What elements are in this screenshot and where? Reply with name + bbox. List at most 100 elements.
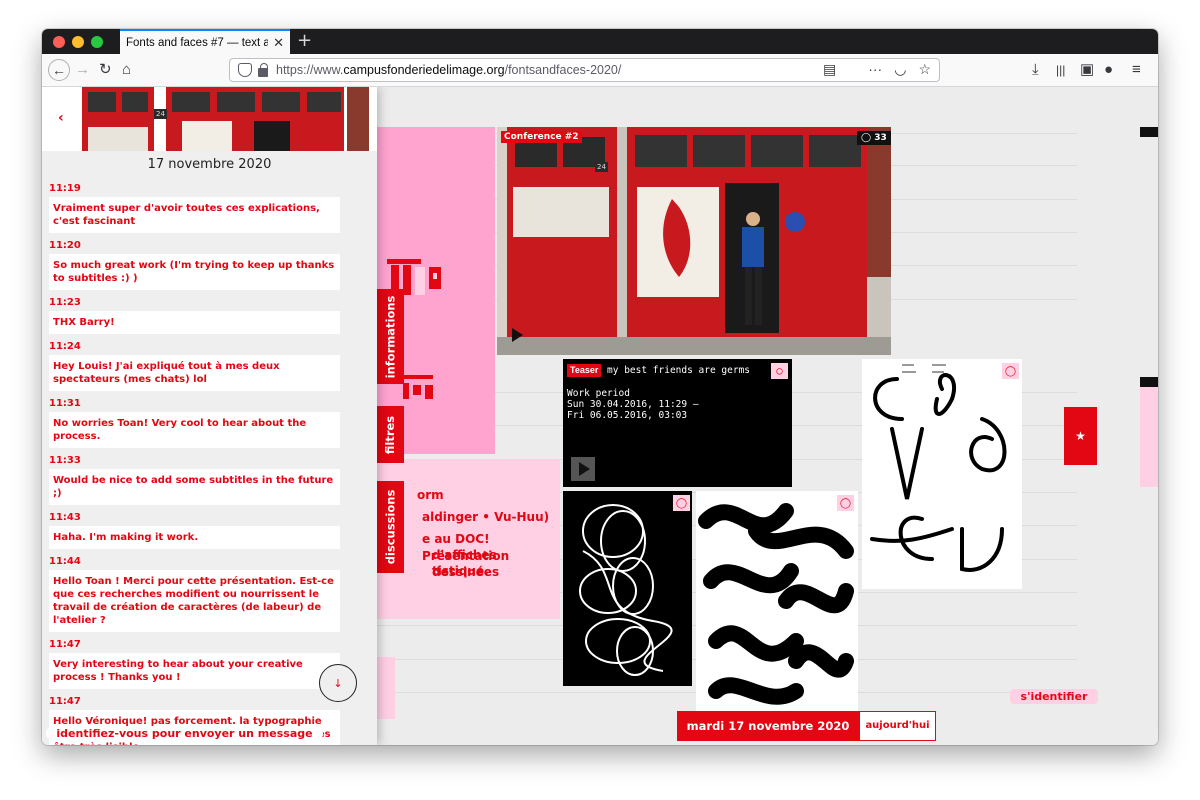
comment-icon[interactable]: ◯ xyxy=(673,495,690,511)
tab-informations-label: informations xyxy=(383,295,398,378)
account-icon[interactable]: ● xyxy=(1104,60,1113,80)
message-time: 11:23 xyxy=(49,297,81,308)
library-icon[interactable]: ||| xyxy=(1056,60,1065,80)
comment-bubble-icon: ◯ xyxy=(861,133,872,143)
message-text: Very interesting to hear about your crea… xyxy=(49,653,340,689)
message-time: 11:43 xyxy=(49,512,81,523)
downloads-icon[interactable]: ⤓ xyxy=(1032,60,1039,80)
lettering-artwork xyxy=(870,364,1007,572)
event-card[interactable]: orm aldinger • Vu-Huu) e au DOC! Présent… xyxy=(377,459,560,619)
message-time: 11:47 xyxy=(49,639,81,650)
sidebar-icon[interactable]: ▣ xyxy=(1080,60,1094,80)
event-line-2: aldinger • Vu-Huu) xyxy=(422,510,550,524)
url-path: /fontsandfaces-2020/ xyxy=(504,63,622,77)
reload-icon[interactable]: ↻ xyxy=(99,60,112,80)
comment-count: 33 xyxy=(874,133,887,143)
previous-arrow-icon[interactable]: ‹ xyxy=(58,110,64,126)
comment-icon[interactable]: ◯ xyxy=(771,363,788,379)
close-window-button[interactable] xyxy=(53,36,65,48)
event-line-5: tistique. xyxy=(432,564,489,578)
message-text: Vraiment super d'avoir toutes ces explic… xyxy=(49,197,340,233)
tab-discussions-label: discussions xyxy=(383,489,397,565)
today-button[interactable]: aujourd'hui → xyxy=(859,711,936,741)
wave-artwork xyxy=(698,503,854,705)
page-viewport: orm aldinger • Vu-Huu) e au DOC! Présent… xyxy=(42,87,1158,745)
message-text: So much great work (I'm trying to keep u… xyxy=(49,254,340,290)
message-list: 11:19 Vraiment super d'avoir toutes ces e… xyxy=(49,183,340,745)
teaser-line-1: Work period xyxy=(567,388,630,399)
featured-video[interactable]: Conference #2 ◯ 33 24 xyxy=(497,127,891,355)
message-time: 11:33 xyxy=(49,455,81,466)
poster-lettering[interactable]: ◯ xyxy=(862,359,1022,589)
video-frame-illustration xyxy=(497,127,891,355)
url-prefix: https://www. xyxy=(276,63,344,77)
tab-discussions[interactable]: discussions xyxy=(376,481,404,573)
message-text: Hello Toan ! Merci pour cette présentati… xyxy=(49,570,340,632)
conference-tag: Conference #2 xyxy=(501,131,582,143)
message-text: Haha. I'm making it work. xyxy=(49,526,340,549)
page-actions-icon[interactable]: ··· xyxy=(868,61,882,78)
close-tab-icon[interactable]: ✕ xyxy=(273,35,284,51)
pocket-icon[interactable]: ◡ xyxy=(894,61,906,78)
comment-count-badge[interactable]: ◯ 33 xyxy=(857,131,891,145)
comment-icon[interactable]: ◯ xyxy=(1002,363,1019,379)
top-right-marker xyxy=(1140,127,1158,137)
chat-panel: ‹ 24 17 novembre 2020 11:19 Vraiment supe… xyxy=(42,87,377,745)
message-text: Hey Louis! J'ai expliqué tout à mes deux… xyxy=(49,355,340,391)
forward-icon[interactable]: → xyxy=(75,60,90,80)
message-text: No worries Toan! Very cool to hear about… xyxy=(49,412,340,448)
url-bar[interactable]: https://www. campusfonderiedelimage.org/f… xyxy=(229,58,940,82)
url-host: campusfonderiedelimage.org xyxy=(343,63,505,77)
browser-toolbar: ← → ↻ ⌂ https://www. campusfonderiedelima… xyxy=(42,54,1158,87)
tab-informations[interactable]: informations xyxy=(376,289,404,384)
message-time: 11:19 xyxy=(49,183,81,194)
message-time: 11:24 xyxy=(49,341,81,352)
lock-icon[interactable] xyxy=(258,62,268,77)
event-line-1: orm xyxy=(417,488,444,502)
message-text: THX Barry! xyxy=(49,311,340,334)
message-text: Would be nice to add some subtitles in t… xyxy=(49,469,340,505)
home-icon[interactable]: ⌂ xyxy=(122,60,131,80)
window-controls xyxy=(53,36,103,48)
tab-title: Fonts and faces #7 — text and conf xyxy=(126,36,269,49)
zoom-window-button[interactable] xyxy=(91,36,103,48)
menu-icon[interactable]: ≡ xyxy=(1132,60,1141,80)
title-bar: Fonts and faces #7 — text and conf ✕ + xyxy=(42,29,1158,54)
teaser-line-2: Sun 30.04.2016, 11:29 – xyxy=(567,399,699,410)
play-icon xyxy=(579,462,590,476)
pink-strip-right xyxy=(1140,387,1158,487)
favorite-button[interactable]: ★ xyxy=(1064,407,1097,465)
teaser-line-3: Fri 06.05.2016, 03:03 xyxy=(567,410,688,421)
message-time: 11:20 xyxy=(49,240,81,251)
star-icon: ★ xyxy=(1075,429,1086,443)
poster-scribble[interactable]: ◯ xyxy=(563,491,692,686)
current-date-bar: mardi 17 novembre 2020 xyxy=(677,711,859,741)
back-icon[interactable]: ← xyxy=(48,59,70,81)
scribble-artwork xyxy=(579,504,673,676)
browser-window: Fonts and faces #7 — text and conf ✕ + ←… xyxy=(42,29,1158,745)
bookmark-star-icon[interactable]: ☆ xyxy=(918,61,931,78)
new-tab-icon[interactable]: + xyxy=(297,30,312,51)
pink-strip xyxy=(377,657,395,719)
poster-waves[interactable]: ◯ xyxy=(696,491,858,711)
tracking-shield-icon[interactable] xyxy=(238,63,252,77)
tab-filtres[interactable]: filtres xyxy=(376,406,404,463)
minimize-window-button[interactable] xyxy=(72,36,84,48)
reader-view-icon[interactable]: ▤ xyxy=(823,61,836,78)
login-link[interactable]: s'identifier xyxy=(1010,689,1098,704)
play-icon[interactable] xyxy=(512,328,523,342)
login-to-message-button[interactable]: identifiez-vous pour envoyer un message xyxy=(46,726,323,741)
mid-right-marker xyxy=(1140,377,1158,387)
preview-illustration xyxy=(42,87,377,151)
message-time: 11:47 xyxy=(49,696,81,707)
chat-video-preview[interactable]: ‹ 24 xyxy=(42,87,377,151)
comment-icon[interactable]: ◯ xyxy=(837,495,854,511)
teaser-card[interactable]: One of my best friends are germs Work pe… xyxy=(563,359,792,487)
browser-tab[interactable]: Fonts and faces #7 — text and conf ✕ xyxy=(120,29,290,54)
play-button[interactable] xyxy=(571,457,595,481)
message-time: 11:44 xyxy=(49,556,81,567)
scroll-down-button[interactable]: ↓ xyxy=(319,664,357,702)
chat-date: 17 novembre 2020 xyxy=(147,157,272,172)
tab-filtres-label: filtres xyxy=(383,415,397,454)
arrow-down-icon: ↓ xyxy=(333,676,343,690)
